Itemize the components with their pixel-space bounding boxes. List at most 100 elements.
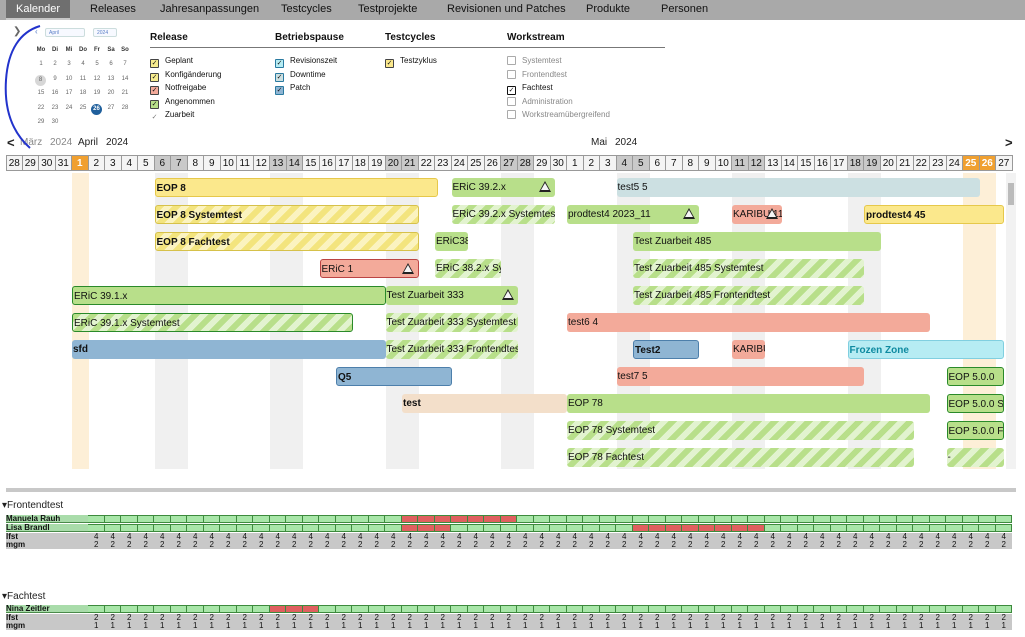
day-cell[interactable]: 10 [715, 155, 732, 171]
calendar-day-19[interactable]: 19 [90, 89, 104, 98]
availability-cell[interactable] [995, 515, 1012, 523]
availability-cell[interactable] [368, 605, 385, 613]
availability-cell[interactable] [550, 605, 567, 613]
day-cell[interactable]: 3 [105, 155, 122, 171]
collapse-chevron-icon[interactable]: ❯ [13, 26, 21, 37]
tab-jahresanpassungen[interactable]: Jahresanpassungen [160, 0, 259, 20]
timeline-bar[interactable]: prodtest4 45 [864, 205, 1005, 224]
legend-item-testzyklus[interactable]: ✓ Testzyklus [385, 56, 437, 68]
tab-revisionen-und-patches[interactable]: Revisionen und Patches [447, 0, 566, 20]
availability-cell[interactable] [896, 515, 913, 523]
calendar-day-28[interactable]: 28 [118, 104, 132, 113]
availability-cell[interactable] [104, 515, 121, 523]
availability-cell[interactable] [352, 524, 369, 532]
availability-cell[interactable] [550, 524, 567, 532]
checkbox-downtime[interactable]: ✓ [275, 72, 284, 82]
availability-cell[interactable] [797, 605, 814, 613]
availability-cell[interactable] [929, 605, 946, 613]
calendar-day-17[interactable]: 17 [62, 89, 76, 98]
availability-cell[interactable] [154, 605, 171, 613]
availability-cell[interactable] [962, 605, 979, 613]
availability-cell[interactable] [500, 524, 517, 532]
availability-cell[interactable] [154, 515, 171, 523]
timeline-bar[interactable]: Q5 [336, 367, 452, 386]
day-cell[interactable]: 4 [121, 155, 138, 171]
month-select[interactable]: April [45, 28, 85, 37]
availability-cell[interactable] [781, 515, 798, 523]
day-cell[interactable]: 19 [369, 155, 386, 171]
timeline-bar[interactable]: Test Zuarbeit 485 Frontendtest [633, 286, 864, 305]
legend-item-zuarbeit[interactable]: ✓ Zuarbeit [150, 110, 194, 123]
calendar-day-11[interactable]: 11 [76, 75, 90, 84]
day-cell[interactable]: 12 [253, 155, 270, 171]
day-cell[interactable]: 6 [649, 155, 666, 171]
day-cell[interactable]: 9 [699, 155, 716, 171]
availability-cell[interactable] [418, 605, 435, 613]
vertical-scrollbar[interactable] [1006, 173, 1016, 469]
availability-cell[interactable] [451, 515, 468, 523]
availability-cell[interactable] [698, 515, 715, 523]
availability-cell[interactable] [962, 515, 979, 523]
calendar-day-2[interactable]: 2 [48, 60, 62, 69]
legend-item-workstreamübergreifend[interactable]: Workstreamübergreifend [507, 110, 610, 120]
availability-cell[interactable] [566, 515, 583, 523]
timeline-bar[interactable]: sfd [72, 340, 386, 359]
checkbox-frontendtest[interactable] [507, 69, 516, 79]
timeline-bar[interactable]: KARIBU 11 [732, 205, 782, 224]
availability-cell[interactable] [368, 524, 385, 532]
availability-cell[interactable] [319, 524, 336, 532]
availability-cell[interactable] [682, 515, 699, 523]
availability-cell[interactable] [88, 605, 105, 613]
prev-arrow-icon[interactable]: < [7, 135, 15, 150]
availability-cell[interactable] [401, 605, 418, 613]
timeline-bar[interactable]: KARIBU [732, 340, 765, 359]
timeline-bar[interactable]: EOP 8 Systemtest [154, 205, 419, 224]
day-cell[interactable]: 10 [220, 155, 237, 171]
availability-cell[interactable] [434, 605, 451, 613]
calendar-day-10[interactable]: 10 [62, 75, 76, 84]
section-title-frontendtest[interactable]: ▾Frontendtest [2, 500, 63, 511]
calendar-day-5[interactable]: 5 [90, 60, 104, 69]
day-cell[interactable]: 18 [847, 155, 864, 171]
availability-cell[interactable] [863, 605, 880, 613]
calendar-day-1[interactable]: 1 [34, 60, 48, 69]
availability-cell[interactable] [467, 524, 484, 532]
timeline-bar[interactable]: EOP 78 Fachtest [567, 448, 914, 467]
day-cell[interactable]: 23 [930, 155, 947, 171]
checkbox-patch[interactable]: ✓ [275, 86, 284, 95]
availability-cell[interactable] [682, 605, 699, 613]
availability-cell[interactable] [302, 515, 319, 523]
availability-cell[interactable] [170, 605, 187, 613]
calendar-day-26[interactable]: 26 [91, 103, 102, 115]
checkbox-fachtest[interactable]: ✓ [507, 86, 516, 95]
availability-cell[interactable] [880, 515, 897, 523]
availability-cell[interactable] [335, 605, 352, 613]
day-cell[interactable]: 21 [897, 155, 914, 171]
checkbox-geplant[interactable]: ✓ [150, 59, 159, 68]
availability-cell[interactable] [896, 605, 913, 613]
availability-cell[interactable] [236, 524, 253, 532]
checkbox-testzyklus[interactable]: ✓ [385, 59, 394, 68]
availability-cell[interactable] [121, 605, 138, 613]
timeline-bar[interactable]: ERiC 39.2.x [451, 178, 556, 197]
calendar-day-18[interactable]: 18 [76, 89, 90, 98]
availability-cell[interactable] [236, 605, 253, 613]
calendar-day-25[interactable]: 25 [76, 104, 90, 113]
day-cell[interactable]: 1 [72, 155, 89, 171]
availability-cell[interactable] [632, 515, 649, 523]
timeline-bar[interactable]: Test Zuarbeit 333 Frontendtest [385, 340, 518, 359]
availability-cell[interactable] [781, 605, 798, 613]
prev-month-icon[interactable]: ‹ [35, 27, 38, 36]
availability-cell[interactable] [599, 605, 616, 613]
timeline-bar[interactable]: EOP 5.0.0 Sy [946, 394, 1005, 413]
timeline-bar[interactable]: test5 5 [616, 178, 980, 197]
availability-cell[interactable] [995, 605, 1012, 613]
availability-cell[interactable] [748, 524, 765, 532]
availability-cell[interactable] [814, 605, 831, 613]
availability-cell[interactable] [385, 605, 402, 613]
availability-cell[interactable] [302, 605, 319, 613]
timeline-bar[interactable]: prodtest4 2023_11 [567, 205, 699, 224]
legend-item-patch[interactable]: ✓ Patch [275, 83, 310, 95]
availability-cell[interactable] [137, 605, 154, 613]
availability-cell[interactable] [566, 524, 583, 532]
